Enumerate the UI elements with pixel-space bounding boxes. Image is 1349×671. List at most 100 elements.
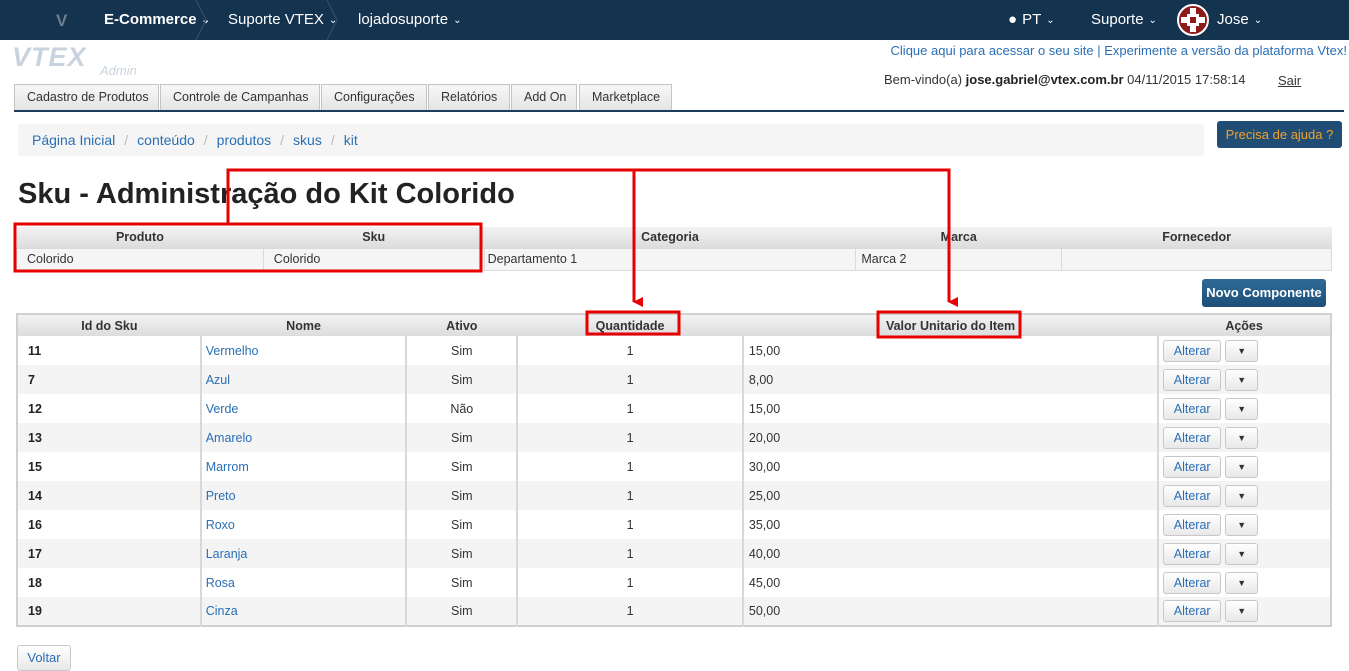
- actions-dropdown-button[interactable]: ▼: [1225, 368, 1259, 391]
- vtex-logo-icon[interactable]: V: [56, 11, 67, 31]
- cell-actions: Alterar ▼: [1158, 539, 1331, 568]
- back-button[interactable]: Voltar: [17, 645, 71, 671]
- cell-id: 14: [17, 481, 202, 510]
- logout-link[interactable]: Sair: [1278, 73, 1301, 88]
- chevron-down-icon: ⌄: [1046, 15, 1055, 26]
- cell-quantity: 1: [517, 510, 744, 539]
- welcome-message: Bem-vindo(a) jose.gabriel@vtex.com.br 04…: [884, 72, 1246, 87]
- sku-name-link[interactable]: Preto: [206, 489, 236, 503]
- help-button[interactable]: Precisa de ajuda ?: [1217, 121, 1342, 148]
- components-body: 11 Vermelho Sim 1 15,00 Alterar ▼ 7 Azul Sim 1 8,00…: [17, 336, 1331, 626]
- caret-down-icon: ▼: [1237, 519, 1247, 530]
- tab-configuracoes[interactable]: Configurações: [321, 84, 427, 111]
- table-row: 12 Verde Não 1 15,00 Alterar ▼: [17, 394, 1331, 423]
- user-menu[interactable]: Jose ⌄: [1217, 0, 1262, 40]
- cell-id: 16: [17, 510, 202, 539]
- cell-id: 7: [17, 365, 202, 394]
- actions-dropdown-button[interactable]: ▼: [1225, 455, 1259, 478]
- sku-name-link[interactable]: Amarelo: [206, 431, 253, 445]
- header-marca: Marca: [855, 227, 1062, 248]
- caret-down-icon: ▼: [1237, 490, 1247, 501]
- edit-button[interactable]: Alterar: [1163, 600, 1222, 622]
- actions-dropdown-button[interactable]: ▼: [1225, 513, 1259, 536]
- cell-name: Azul: [200, 365, 408, 394]
- chevron-down-icon: ⌄: [453, 15, 462, 26]
- sku-name-link[interactable]: Cinza: [206, 604, 238, 618]
- tab-relatorios[interactable]: Relatórios: [428, 84, 510, 111]
- edit-button[interactable]: Alterar: [1163, 513, 1222, 536]
- value-produto: Colorido: [16, 247, 264, 271]
- breadcrumb-kit[interactable]: kit: [344, 132, 358, 148]
- avatar[interactable]: [1177, 4, 1209, 36]
- cell-name: Amarelo: [200, 423, 408, 452]
- header-fornecedor: Fornecedor: [1061, 227, 1332, 248]
- table-row: 16 Roxo Sim 1 35,00 Alterar ▼: [17, 510, 1331, 539]
- breadcrumb-produtos[interactable]: produtos: [217, 132, 271, 148]
- actions-dropdown-button[interactable]: ▼: [1225, 571, 1259, 594]
- sku-name-link[interactable]: Vermelho: [206, 344, 259, 358]
- new-platform-link[interactable]: Experimente a versão da plataforma Vtex!: [1104, 43, 1347, 58]
- globe-icon: ●: [1008, 11, 1018, 28]
- table-row: 14 Preto Sim 1 25,00 Alterar ▼: [17, 481, 1331, 510]
- header-quantidade: Quantidade: [517, 314, 743, 336]
- tabs-divider: [14, 110, 1344, 112]
- tab-marketplace[interactable]: Marketplace: [579, 84, 672, 111]
- header-produto: Produto: [16, 227, 264, 248]
- breadcrumb-home[interactable]: Página Inicial: [32, 132, 115, 148]
- cell-actions: Alterar ▼: [1158, 365, 1331, 394]
- header-categoria: Categoria: [484, 227, 856, 248]
- edit-button[interactable]: Alterar: [1163, 542, 1222, 565]
- actions-dropdown-button[interactable]: ▼: [1225, 339, 1259, 362]
- actions-dropdown-button[interactable]: ▼: [1225, 426, 1259, 449]
- page-title: Sku - Administração do Kit Colorido: [18, 178, 515, 210]
- sku-name-link[interactable]: Azul: [206, 373, 230, 387]
- sku-name-link[interactable]: Roxo: [206, 518, 235, 532]
- tab-cadastro-produtos[interactable]: Cadastro de Produtos: [14, 84, 159, 111]
- nav-suporte-vtex[interactable]: Suporte VTEX ⌄: [228, 0, 337, 40]
- edit-button[interactable]: Alterar: [1163, 426, 1222, 449]
- cell-id: 13: [17, 423, 202, 452]
- nav-store[interactable]: lojadosuporte ⌄: [358, 0, 461, 40]
- edit-button[interactable]: Alterar: [1163, 397, 1222, 420]
- caret-down-icon: ▼: [1237, 461, 1247, 472]
- support-menu[interactable]: Suporte ⌄: [1091, 0, 1157, 40]
- cell-name: Marrom: [200, 452, 408, 481]
- breadcrumb-skus[interactable]: skus: [293, 132, 322, 148]
- new-component-button[interactable]: Novo Componente: [1202, 279, 1326, 307]
- actions-dropdown-button[interactable]: ▼: [1225, 542, 1259, 565]
- chevron-down-icon: ⌄: [1148, 15, 1157, 26]
- header-links: Clique aqui para acessar o seu site | Ex…: [890, 43, 1347, 58]
- cell-quantity: 1: [517, 394, 744, 423]
- cell-actions: Alterar ▼: [1158, 452, 1331, 481]
- cell-actions: Alterar ▼: [1158, 510, 1331, 539]
- site-link[interactable]: Clique aqui para acessar o seu site: [891, 43, 1094, 58]
- cell-actions: Alterar ▼: [1158, 394, 1331, 423]
- table-row: 7 Azul Sim 1 8,00 Alterar ▼: [17, 365, 1331, 394]
- cell-active: Sim: [406, 539, 519, 568]
- table-row: 15 Marrom Sim 1 30,00 Alterar ▼: [17, 452, 1331, 481]
- value-sku: Colorido: [262, 247, 485, 271]
- edit-button[interactable]: Alterar: [1163, 368, 1222, 391]
- tab-add-on[interactable]: Add On: [511, 84, 577, 111]
- edit-button[interactable]: Alterar: [1163, 339, 1222, 362]
- header-nome: Nome: [200, 314, 407, 336]
- tab-controle-campanhas[interactable]: Controle de Campanhas: [160, 84, 320, 111]
- actions-dropdown-button[interactable]: ▼: [1225, 397, 1259, 420]
- sku-name-link[interactable]: Rosa: [206, 576, 235, 590]
- sku-name-link[interactable]: Laranja: [206, 547, 248, 561]
- cell-quantity: 1: [517, 365, 744, 394]
- sku-name-link[interactable]: Verde: [206, 402, 239, 416]
- cell-unit-value: 25,00: [742, 481, 1160, 510]
- cell-id: 18: [17, 568, 202, 597]
- breadcrumb-conteudo[interactable]: conteúdo: [137, 132, 195, 148]
- actions-dropdown-button[interactable]: ▼: [1225, 484, 1259, 507]
- sku-name-link[interactable]: Marrom: [206, 460, 249, 474]
- cell-active: Sim: [406, 365, 519, 394]
- header-ativo: Ativo: [406, 314, 518, 336]
- edit-button[interactable]: Alterar: [1163, 571, 1222, 594]
- actions-dropdown-button[interactable]: ▼: [1225, 600, 1259, 622]
- value-categoria: Departamento 1: [483, 247, 857, 271]
- edit-button[interactable]: Alterar: [1163, 455, 1222, 478]
- edit-button[interactable]: Alterar: [1163, 484, 1222, 507]
- language-selector[interactable]: ● PT ⌄: [1008, 0, 1055, 40]
